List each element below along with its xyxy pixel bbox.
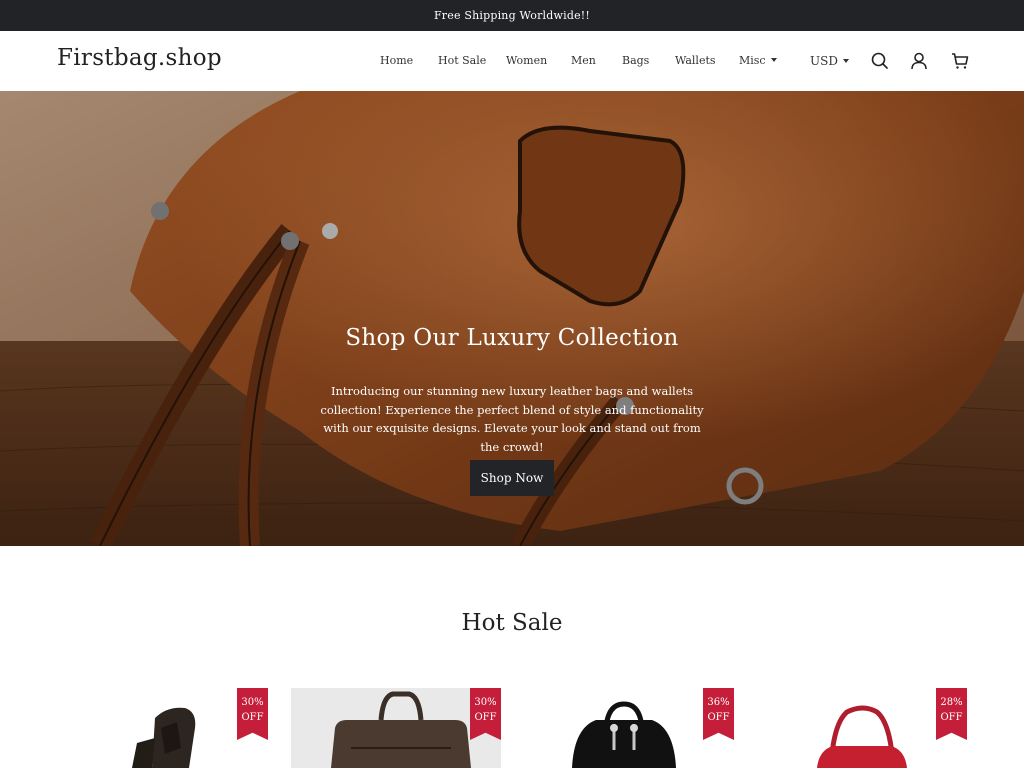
hero-description: Introducing our stunning new luxury leat…	[320, 384, 704, 454]
hero-banner: Shop Our Luxury Collection Introducing o…	[0, 91, 1024, 546]
product-card[interactable]	[757, 688, 967, 768]
discount-badge: 30% OFF	[237, 688, 268, 740]
account-icon[interactable]	[909, 51, 929, 71]
product-image	[524, 688, 734, 768]
nav-misc-label: Misc	[739, 54, 766, 67]
discount-badge: 30% OFF	[470, 688, 501, 740]
discount-off: OFF	[940, 712, 963, 723]
nav-bags[interactable]: Bags	[622, 54, 649, 67]
search-icon[interactable]	[870, 51, 890, 71]
nav-wallets[interactable]: Wallets	[675, 54, 716, 67]
site-logo[interactable]: Firstbag.shop	[57, 45, 222, 71]
discount-off: OFF	[707, 712, 730, 723]
chevron-down-icon	[770, 58, 777, 62]
hero-title: Shop Our Luxury Collection	[345, 325, 679, 351]
announcement-bar: Free Shipping Worldwide!!	[0, 0, 1024, 31]
product-image	[291, 688, 501, 768]
currency-label: USD	[810, 54, 838, 68]
product-card[interactable]	[291, 688, 501, 768]
discount-percent: 28%	[940, 697, 963, 708]
nav-women[interactable]: Women	[506, 54, 547, 67]
discount-percent: 30%	[241, 697, 264, 708]
announcement-text: Free Shipping Worldwide!!	[433, 9, 591, 22]
cart-icon[interactable]	[950, 51, 970, 71]
discount-badge: 36% OFF	[703, 688, 734, 740]
discount-off: OFF	[241, 712, 264, 723]
nav-men[interactable]: Men	[571, 54, 596, 67]
chevron-down-icon	[842, 58, 849, 63]
nav-misc[interactable]: Misc	[739, 54, 777, 67]
discount-percent: 36%	[707, 697, 730, 708]
currency-selector[interactable]: USD	[810, 54, 849, 68]
product-image	[57, 688, 267, 768]
discount-badge: 28% OFF	[936, 688, 967, 740]
shop-now-button[interactable]: Shop Now	[470, 460, 554, 496]
product-card[interactable]	[524, 688, 734, 768]
site-header: Firstbag.shop Home Hot Sale Women Men Ba…	[0, 31, 1024, 91]
product-card[interactable]	[57, 688, 267, 768]
nav-home[interactable]: Home	[380, 54, 413, 67]
nav-hot-sale[interactable]: Hot Sale	[438, 54, 486, 67]
discount-percent: 30%	[474, 697, 497, 708]
hot-sale-heading: Hot Sale	[461, 610, 563, 636]
discount-off: OFF	[474, 712, 497, 723]
product-image	[757, 688, 967, 768]
